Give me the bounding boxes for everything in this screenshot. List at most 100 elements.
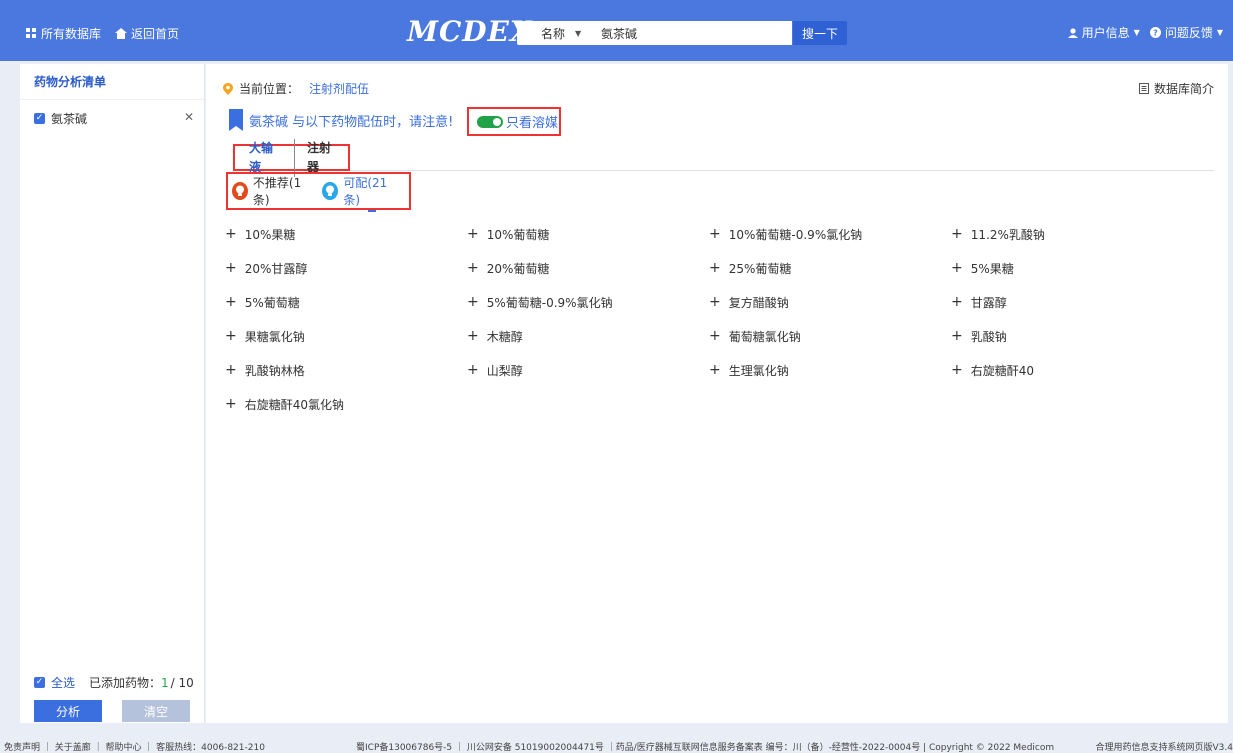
grid-row: +20%甘露醇 +20%葡萄糖 +25%葡萄糖 +5%果糖: [225, 261, 1205, 296]
analyze-button[interactable]: 分析: [34, 700, 102, 722]
sidebar-title: 药物分析清单: [20, 64, 204, 100]
drug-item[interactable]: +20%甘露醇: [225, 261, 467, 296]
select-all-label[interactable]: 全选: [51, 674, 75, 691]
chevron-down-icon: ▼: [575, 28, 582, 38]
select-all-checkbox[interactable]: ✓: [34, 677, 45, 688]
drug-item[interactable]: + 山梨醇: [467, 363, 709, 398]
footer-links[interactable]: 免责声明 ｜ 关于盖廊 ｜ 帮助中心 ｜ 客服热线：4006-821-210: [4, 740, 265, 753]
search-type-value: 名称: [541, 26, 566, 41]
plus-icon[interactable]: +: [225, 363, 237, 377]
plus-icon[interactable]: +: [709, 261, 721, 275]
drug-item[interactable]: + 乳酸钠林格: [225, 363, 467, 398]
compatibility-filter: 不推荐(1条) 可配(21条): [226, 172, 411, 210]
solvent-only-toggle[interactable]: 只看溶媒: [467, 107, 561, 136]
grid-icon: [26, 28, 36, 38]
filter-not-recommended[interactable]: 不推荐(1条): [232, 174, 310, 208]
sidebar-actions: 分析 清空: [34, 700, 190, 722]
drug-item-label: 11.2%乳酸钠: [970, 228, 1045, 242]
feedback-label: 问题反馈: [1164, 26, 1213, 40]
search-button[interactable]: 搜一下: [793, 21, 847, 45]
plus-icon[interactable]: +: [225, 295, 237, 309]
drug-item-label: 20%葡萄糖: [486, 262, 550, 276]
compatibility-notice: 氨茶碱 与以下药物配伍时，请注意!: [229, 109, 453, 131]
drug-item[interactable]: +20%葡萄糖: [467, 261, 709, 296]
plus-icon[interactable]: +: [467, 363, 479, 377]
drug-item-label: 复方醋酸钠: [728, 296, 789, 310]
drug-item[interactable]: + 葡萄糖氯化钠: [709, 329, 951, 364]
drug-item-label: 10%葡萄糖: [486, 228, 550, 242]
tab-large-infusion[interactable]: 大输液: [235, 138, 295, 177]
drug-item[interactable]: + 右旋糖酐40氯化钠: [225, 397, 467, 432]
drug-item[interactable]: + 复方醋酸钠: [709, 295, 951, 330]
plus-icon[interactable]: +: [951, 227, 963, 241]
close-icon[interactable]: ✕: [184, 110, 194, 124]
svg-text:?: ?: [1153, 29, 1158, 38]
plus-icon[interactable]: +: [225, 329, 237, 343]
plus-icon[interactable]: +: [951, 329, 963, 343]
location-pin-icon: [223, 82, 233, 95]
grid-row: +5%葡萄糖 +5%葡萄糖-0.9%氯化钠 + 复方醋酸钠 + 甘露醇: [225, 295, 1205, 330]
plus-icon[interactable]: +: [951, 295, 963, 309]
drug-item[interactable]: +25%葡萄糖: [709, 261, 951, 296]
drug-item[interactable]: +10%葡萄糖-0.9%氯化钠: [709, 227, 951, 262]
drug-item[interactable]: + 甘露醇: [951, 295, 1193, 330]
drug-item[interactable]: +5%葡萄糖-0.9%氯化钠: [467, 295, 709, 330]
drug-item-label: 10%果糖: [244, 228, 296, 242]
all-databases-link[interactable]: 所有数据库: [26, 25, 101, 42]
footer-version: 合理用药信息支持系统网页版V3.4: [1095, 743, 1233, 753]
drug-item[interactable]: +11.2%乳酸钠: [951, 227, 1193, 262]
tab-syringe[interactable]: 注射器: [295, 139, 348, 177]
feedback-menu[interactable]: ? 问题反馈 ▼: [1149, 24, 1223, 41]
drug-item[interactable]: +10%葡萄糖: [467, 227, 709, 262]
bookmark-icon: [229, 109, 243, 131]
database-intro-label: 数据库简介: [1153, 82, 1214, 96]
page-footer: 免责声明 ｜ 关于盖廊 ｜ 帮助中心 ｜ 客服热线：4006-821-210 蜀…: [0, 738, 1233, 753]
compatible-drug-grid: +10%果糖 +10%葡萄糖 +10%葡萄糖-0.9%氯化钠 +11.2%乳酸钠…: [225, 227, 1205, 432]
grid-row: +10%果糖 +10%葡萄糖 +10%葡萄糖-0.9%氯化钠 +11.2%乳酸钠: [225, 227, 1205, 262]
search-type-select[interactable]: 名称 ▼: [541, 25, 601, 42]
drug-item[interactable]: + 右旋糖酐40: [951, 363, 1193, 398]
plus-icon[interactable]: +: [709, 363, 721, 377]
top-left-nav: 所有数据库 返回首页: [26, 25, 193, 42]
plus-icon[interactable]: +: [467, 261, 479, 275]
drug-item[interactable]: + 生理氯化钠: [709, 363, 951, 398]
top-navigation-bar: 所有数据库 返回首页 MCDEX 名称 ▼ 氨茶碱 搜一下 用户信息 ▼ ? 问…: [0, 0, 1233, 61]
search-input[interactable]: 氨茶碱: [601, 25, 637, 42]
drug-item[interactable]: + 乳酸钠: [951, 329, 1193, 364]
drug-item[interactable]: + 木糖醇: [467, 329, 709, 364]
drug-name: 氨茶碱: [51, 112, 88, 126]
clear-button[interactable]: 清空: [122, 700, 190, 722]
database-intro-link[interactable]: 数据库简介: [1138, 80, 1214, 97]
plus-icon[interactable]: +: [467, 295, 479, 309]
plus-icon[interactable]: +: [709, 295, 721, 309]
top-right-nav: 用户信息 ▼ ? 问题反馈 ▼: [1058, 24, 1223, 41]
toggle-switch-icon[interactable]: [477, 115, 503, 128]
breadcrumb-current[interactable]: 注射剂配伍: [309, 80, 369, 97]
plus-icon[interactable]: +: [225, 227, 237, 241]
plus-icon[interactable]: +: [951, 261, 963, 275]
not-recommended-label: 不推荐(1条): [252, 176, 302, 207]
drug-item[interactable]: +5%果糖: [951, 261, 1193, 296]
plus-icon[interactable]: +: [225, 397, 237, 411]
plus-icon[interactable]: +: [951, 363, 963, 377]
drug-item-label: 山梨醇: [486, 364, 523, 378]
filter-compatible[interactable]: 可配(21条): [322, 174, 397, 208]
user-info-menu[interactable]: 用户信息 ▼: [1067, 24, 1140, 41]
plus-icon[interactable]: +: [467, 329, 479, 343]
plus-icon[interactable]: +: [709, 227, 721, 241]
drug-item[interactable]: + 果糖氯化钠: [225, 329, 467, 364]
drug-item-label: 乳酸钠林格: [244, 364, 305, 378]
search-field[interactable]: 名称 ▼ 氨茶碱: [517, 21, 792, 45]
plus-icon[interactable]: +: [709, 329, 721, 343]
notice-text: 氨茶碱 与以下药物配伍时，请注意!: [249, 114, 454, 130]
checkbox-checked-icon[interactable]: ✓: [34, 113, 45, 124]
drug-item-label: 5%葡萄糖-0.9%氯化钠: [486, 296, 613, 310]
drug-item[interactable]: +5%葡萄糖: [225, 295, 467, 330]
plus-icon[interactable]: +: [225, 261, 237, 275]
drug-item[interactable]: +10%果糖: [225, 227, 467, 262]
plus-icon[interactable]: +: [467, 227, 479, 241]
grid-row: + 右旋糖酐40氯化钠: [225, 397, 1205, 432]
breadcrumb: 当前位置： 注射剂配伍: [223, 80, 369, 97]
home-link[interactable]: 返回首页: [115, 25, 179, 42]
drug-item-label: 10%葡萄糖-0.9%氯化钠: [728, 228, 863, 242]
